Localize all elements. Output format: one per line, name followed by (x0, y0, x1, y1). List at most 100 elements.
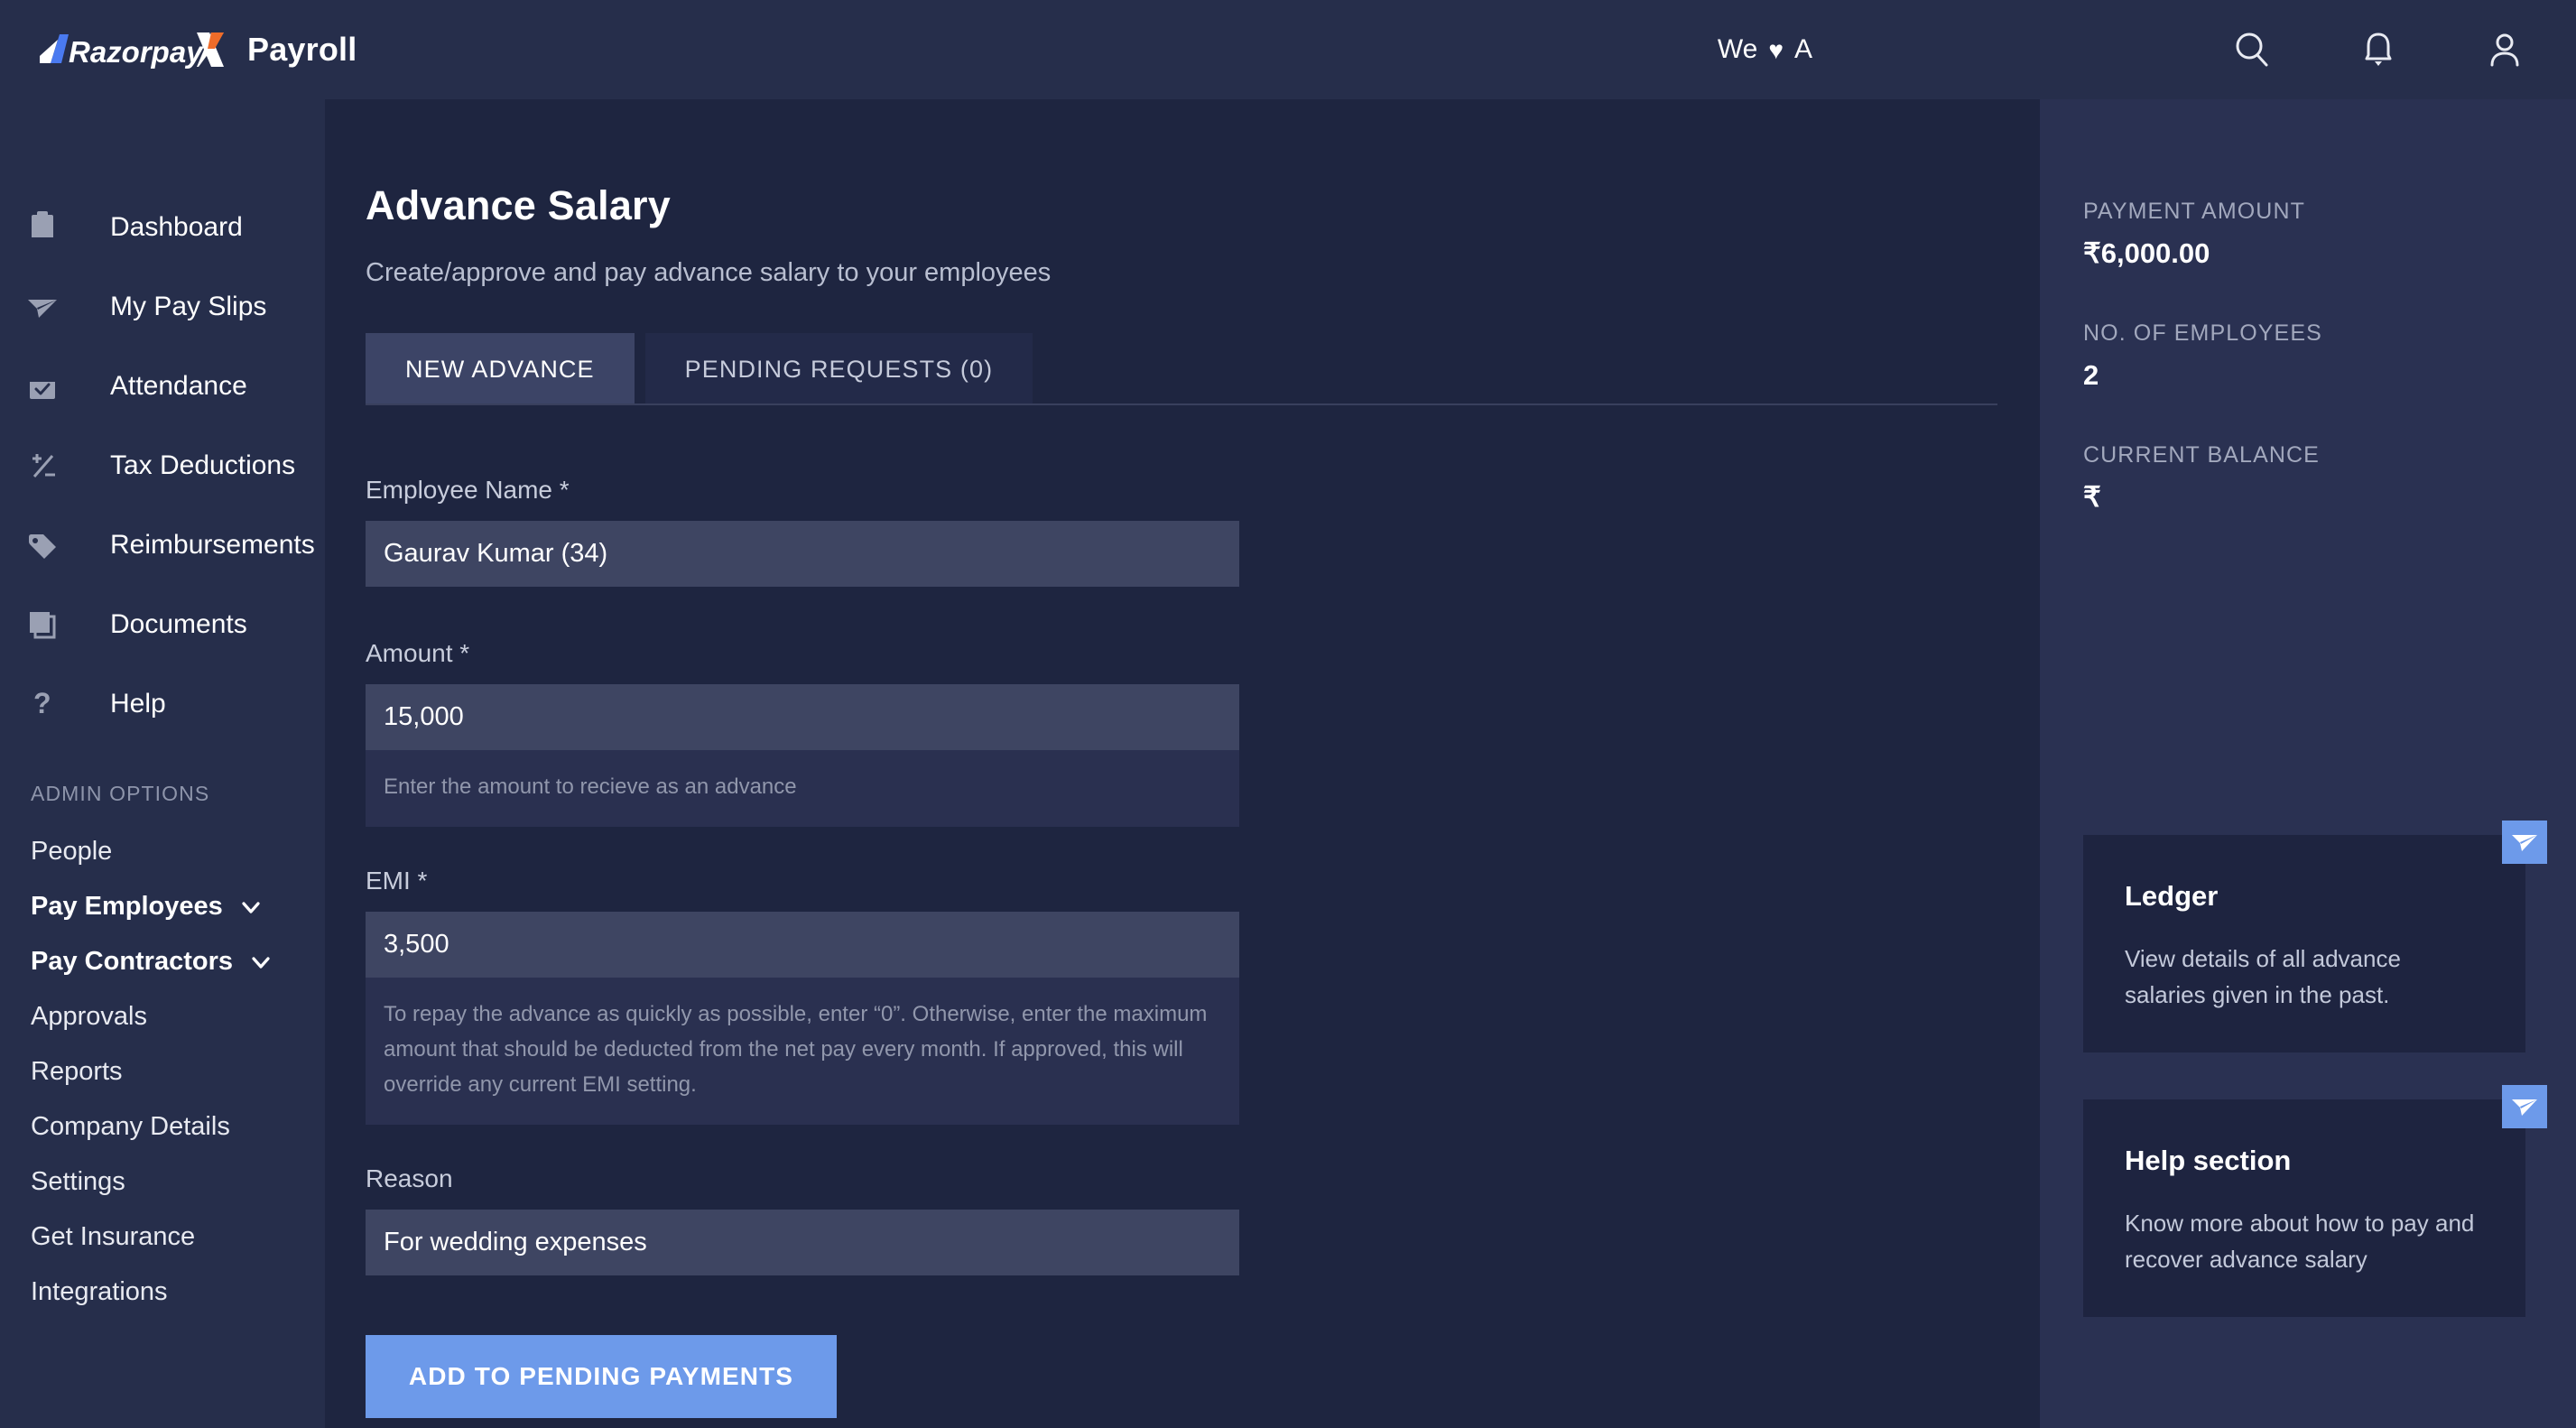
help-section-card[interactable]: Help section Know more about how to pay … (2083, 1085, 2547, 1318)
card-description: Know more about how to pay and recover a… (2125, 1210, 2475, 1273)
employee-name-label: Employee Name * (366, 476, 570, 504)
stat-label: PAYMENT AMOUNT (2083, 199, 2305, 224)
reason-input[interactable]: For wedding expenses (366, 1209, 1239, 1275)
tab-bar-divider (366, 403, 1997, 405)
brand-logo[interactable]: Razorpay Payroll (38, 0, 357, 99)
tag-icon (25, 528, 69, 562)
sidebar-item-settings[interactable]: Settings (0, 1154, 325, 1210)
brand-product-name: Payroll (247, 31, 357, 68)
notification-bell-icon[interactable] (2354, 25, 2403, 74)
sidebar-item-integrations[interactable]: Integrations (0, 1265, 325, 1320)
sidebar-item-label: Reimbursements (110, 530, 315, 560)
card-description: View details of all advance salaries giv… (2125, 945, 2401, 1008)
employee-name-field-group: Employee Name * Gaurav Kumar (34) (366, 476, 1268, 587)
sidebar-item-reimbursements[interactable]: Reimbursements (0, 505, 325, 585)
sidebar-item-label: Reports (31, 1057, 123, 1086)
stat-label: NO. OF EMPLOYEES (2083, 320, 2322, 346)
emi-input[interactable]: 3,500 (366, 911, 1239, 978)
sidebar-item-label: Integrations (31, 1277, 168, 1306)
heart-icon: ♥ (1768, 36, 1784, 64)
sidebar: Dashboard My Pay Slips Attendance Tax De… (0, 99, 325, 1428)
sidebar-item-label: Pay Employees (31, 892, 223, 921)
advance-salary-form: Employee Name * Gaurav Kumar (34) Amount… (366, 476, 1268, 1418)
sidebar-item-documents[interactable]: Documents (0, 585, 325, 664)
reason-field-group: Reason For wedding expenses (366, 1164, 1268, 1275)
sidebar-item-my-pay-slips[interactable]: My Pay Slips (0, 267, 325, 347)
card-title: Ledger (2125, 880, 2219, 912)
question-mark-icon: ? (25, 687, 69, 721)
add-to-pending-payments-button[interactable]: ADD TO PENDING PAYMENTS (366, 1334, 837, 1418)
amount-input[interactable]: 15,000 (366, 684, 1239, 750)
paper-plane-icon (2502, 1085, 2547, 1129)
sidebar-item-pay-employees[interactable]: Pay Employees (0, 879, 325, 934)
ledger-card[interactable]: Ledger View details of all advance salar… (2083, 821, 2547, 1053)
stat-value: 2 (2083, 359, 2099, 391)
sidebar-item-label: Approvals (31, 1002, 147, 1031)
sidebar-item-label: People (31, 837, 113, 866)
sidebar-item-label: Documents (110, 609, 247, 639)
top-bar-actions (2228, 25, 2529, 74)
tab-new-advance[interactable]: NEW ADVANCE (366, 333, 635, 405)
main-content: Advance Salary Create/approve and pay ad… (325, 99, 2040, 1428)
stat-payment-amount: PAYMENT AMOUNT ₹6,000.00 (2083, 199, 2576, 270)
amount-field-group: Amount * 15,000 Enter the amount to reci… (366, 639, 1268, 827)
chevron-down-icon (237, 894, 264, 921)
razorpayx-logo-icon: Razorpay (38, 29, 233, 70)
emi-field-group: EMI * 3,500 To repay the advance as quic… (366, 867, 1268, 1125)
svg-text:?: ? (33, 687, 51, 719)
reason-label: Reason (366, 1164, 453, 1192)
search-icon[interactable] (2228, 25, 2276, 74)
stat-label: CURRENT BALANCE (2083, 442, 2320, 468)
sidebar-item-label: My Pay Slips (110, 292, 267, 321)
documents-icon (25, 607, 69, 642)
sidebar-item-label: Attendance (110, 371, 247, 401)
sidebar-item-label: Help (110, 689, 166, 719)
stat-current-balance: CURRENT BALANCE ₹ (2083, 442, 2576, 514)
sidebar-item-dashboard[interactable]: Dashboard (0, 188, 325, 267)
sidebar-item-tax-deductions[interactable]: Tax Deductions (0, 426, 325, 505)
sidebar-item-pay-contractors[interactable]: Pay Contractors (0, 934, 325, 989)
sidebar-item-reports[interactable]: Reports (0, 1044, 325, 1099)
sidebar-item-label: Dashboard (110, 212, 243, 242)
chevron-down-icon (247, 949, 274, 976)
we-love-suffix: A (1793, 34, 1812, 64)
summary-panel: PAYMENT AMOUNT ₹6,000.00 NO. OF EMPLOYEE… (2040, 99, 2576, 1428)
we-love-prefix: We (1717, 34, 1758, 64)
stat-value: ₹6,000.00 (2083, 237, 2210, 269)
sidebar-item-people[interactable]: People (0, 824, 325, 879)
sidebar-item-label: Tax Deductions (110, 450, 296, 480)
employee-name-input[interactable]: Gaurav Kumar (34) (366, 521, 1239, 587)
user-account-icon[interactable] (2480, 25, 2529, 74)
sidebar-item-label: Settings (31, 1167, 125, 1196)
stat-value: ₹ (2083, 481, 2101, 513)
sidebar-item-label: Company Details (31, 1112, 230, 1141)
sidebar-item-approvals[interactable]: Approvals (0, 989, 325, 1044)
sidebar-item-label: Pay Contractors (31, 947, 234, 976)
app-root: Razorpay Payroll We ♥ A Dashboard My Pay… (0, 0, 2576, 1428)
sidebar-item-label: Get Insurance (31, 1222, 196, 1251)
stat-no-of-employees: NO. OF EMPLOYEES 2 (2083, 320, 2576, 392)
plus-minus-icon (25, 449, 69, 483)
paper-plane-icon (2502, 821, 2547, 864)
page-subtitle: Create/approve and pay advance salary to… (366, 258, 1052, 287)
sidebar-item-get-insurance[interactable]: Get Insurance (0, 1210, 325, 1265)
amount-label: Amount * (366, 639, 470, 667)
we-love-label: We ♥ A (1718, 34, 1812, 65)
amount-helper-text: Enter the amount to recieve as an advanc… (366, 750, 1239, 827)
tab-bar: NEW ADVANCE PENDING REQUESTS (0) (366, 333, 1997, 405)
emi-label: EMI * (366, 866, 428, 895)
tab-pending-requests[interactable]: PENDING REQUESTS (0) (644, 333, 1033, 405)
sidebar-item-attendance[interactable]: Attendance (0, 347, 325, 426)
sidebar-item-help[interactable]: ? Help (0, 664, 325, 744)
paper-plane-icon (25, 290, 69, 324)
sidebar-item-company-details[interactable]: Company Details (0, 1099, 325, 1154)
calendar-check-icon (25, 369, 69, 403)
top-bar: Razorpay Payroll We ♥ A (0, 0, 2576, 99)
admin-options-heading: ADMIN OPTIONS (31, 782, 210, 805)
emi-helper-text: To repay the advance as quickly as possi… (366, 977, 1239, 1125)
clipboard-icon (25, 210, 69, 245)
